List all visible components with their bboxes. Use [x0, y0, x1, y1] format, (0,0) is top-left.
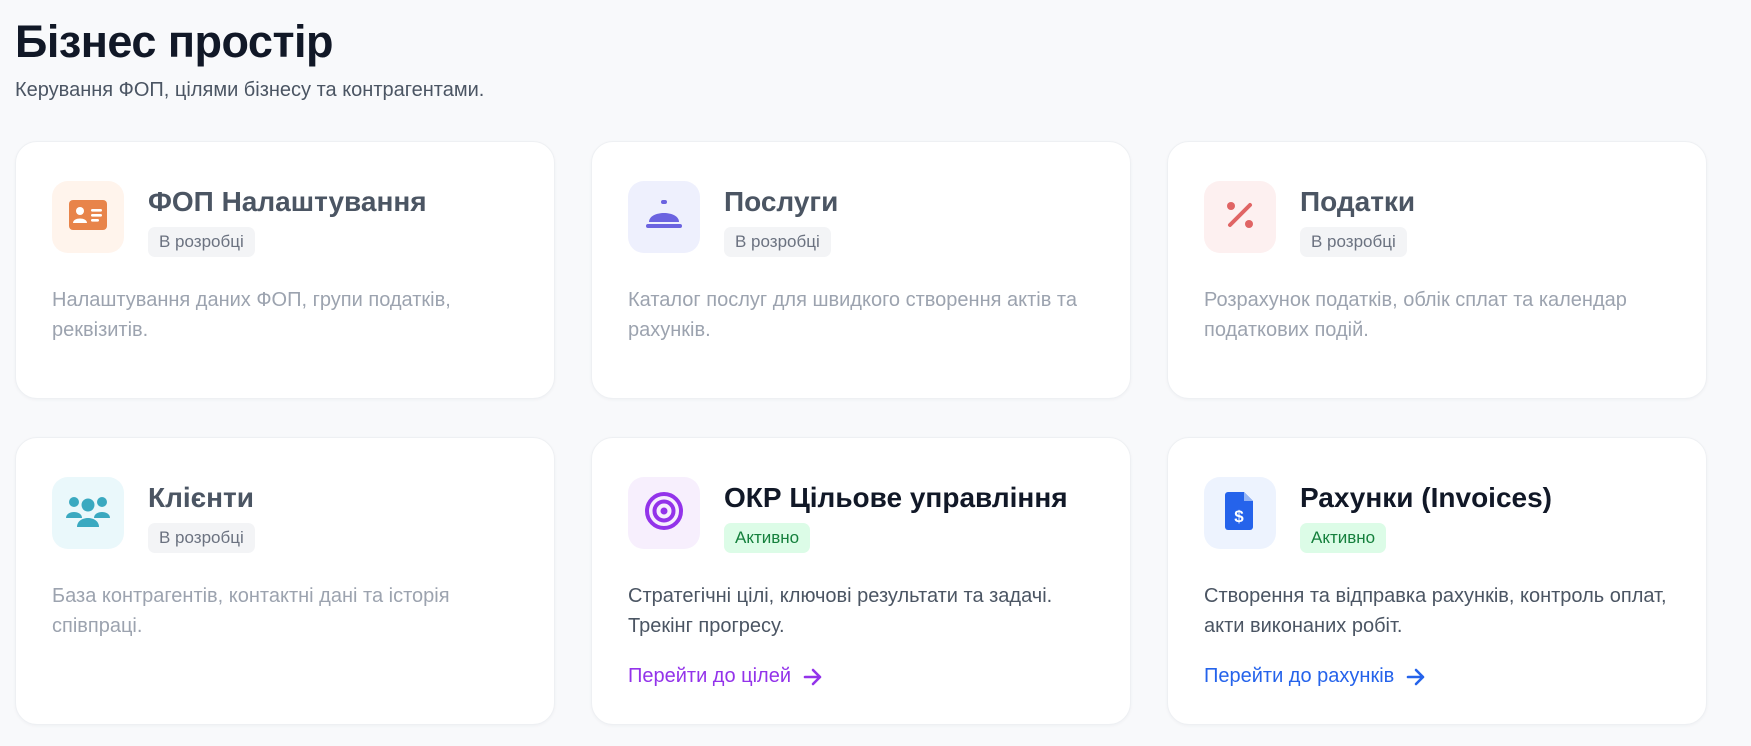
arrow-right-icon	[1406, 668, 1426, 686]
icon-tile	[52, 181, 124, 253]
page-title: Бізнес простір	[15, 16, 333, 67]
card-description: Стратегічні цілі, ключові результати та …	[628, 585, 1053, 637]
id-card-icon	[69, 199, 107, 235]
card-description: Каталог послуг для швидкого створення ак…	[628, 289, 1077, 341]
card-title: Рахунки (Invoices)	[1300, 482, 1552, 513]
card-services[interactable]: Послуги В розробці Каталог послуг для шв…	[591, 141, 1131, 399]
users-icon	[65, 494, 111, 533]
card-title: ОКР Цільове управління	[724, 482, 1068, 513]
icon-tile	[628, 477, 700, 549]
card-header: ФОП Налаштування В розробці	[52, 181, 518, 257]
card-header: $ Рахунки (Invoices) Активно	[1204, 477, 1670, 553]
status-badge: Активно	[1300, 523, 1387, 553]
status-badge: В розробці	[148, 227, 255, 257]
page-subtitle: Керування ФОП, цілями бізнесу та контраг…	[15, 79, 485, 101]
card-invoices[interactable]: $ Рахунки (Invoices) Активно Створення т…	[1167, 437, 1707, 725]
icon-tile: $	[1204, 477, 1276, 549]
card-description: Створення та відправка рахунків, контрол…	[1204, 585, 1667, 637]
percent-icon	[1224, 199, 1256, 236]
icon-tile	[52, 477, 124, 549]
status-badge: Активно	[724, 523, 811, 553]
card-title: Клієнти	[148, 482, 254, 513]
card-header: Податки В розробці	[1204, 181, 1670, 257]
card-description: База контрагентів, контактні дані та іст…	[52, 585, 450, 637]
status-badge: В розробці	[1300, 227, 1407, 257]
target-icon	[644, 491, 684, 536]
status-badge: В розробці	[724, 227, 831, 257]
card-description: Розрахунок податків, облік сплат та кале…	[1204, 289, 1627, 341]
card-header: Послуги В розробці	[628, 181, 1094, 257]
card-title: Податки	[1300, 186, 1416, 217]
modules-grid: ФОП Налаштування В розробці Налаштування…	[15, 141, 1707, 725]
card-fop-settings[interactable]: ФОП Налаштування В розробці Налаштування…	[15, 141, 555, 399]
link-label: Перейти до цілей	[628, 665, 792, 687]
go-to-invoices-link[interactable]: Перейти до рахунків	[1204, 665, 1426, 688]
card-title: ФОП Налаштування	[148, 186, 427, 217]
service-bell-icon	[645, 199, 683, 235]
card-header: Клієнти В розробці	[52, 477, 518, 553]
card-description: Налаштування даних ФОП, групи податків, …	[52, 289, 451, 341]
invoice-dollar-icon: $	[1225, 491, 1255, 535]
card-title: Послуги	[724, 186, 839, 217]
card-taxes[interactable]: Податки В розробці Розрахунок податків, …	[1167, 141, 1707, 399]
status-badge: В розробці	[148, 523, 255, 553]
go-to-goals-link[interactable]: Перейти до цілей	[628, 665, 823, 688]
svg-text:$: $	[1234, 507, 1244, 526]
card-okr[interactable]: ОКР Цільове управління Активно Стратегіч…	[591, 437, 1131, 725]
card-header: ОКР Цільове управління Активно	[628, 477, 1094, 553]
icon-tile	[628, 181, 700, 253]
card-clients[interactable]: Клієнти В розробці База контрагентів, ко…	[15, 437, 555, 725]
icon-tile	[1204, 181, 1276, 253]
arrow-right-icon	[803, 668, 823, 686]
link-label: Перейти до рахунків	[1204, 665, 1395, 687]
